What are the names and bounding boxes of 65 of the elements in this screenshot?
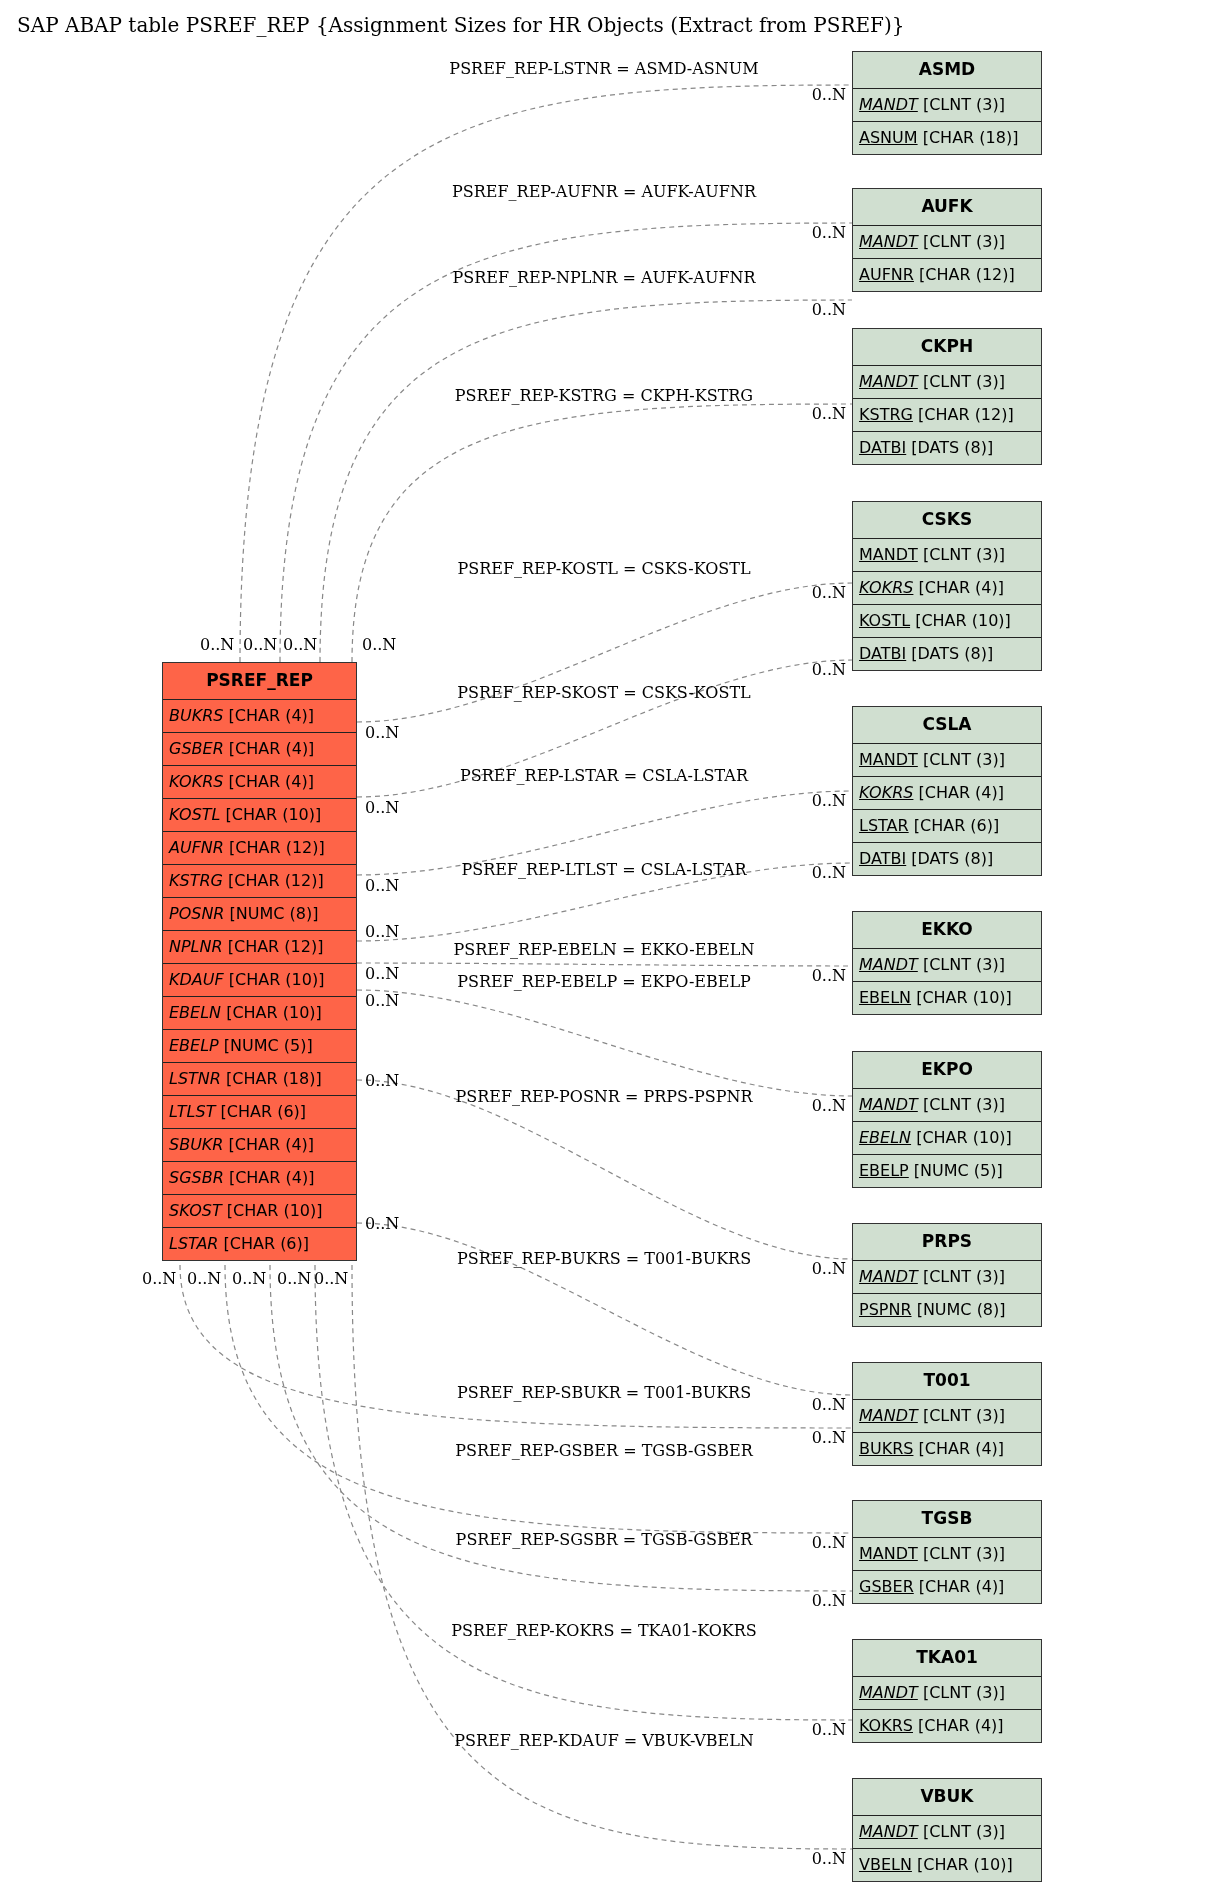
cardinality-label: 0..N <box>187 1270 222 1288</box>
relation-label: PSREF_REP-KSTRG = CKPH-KSTRG <box>454 387 754 405</box>
cardinality-label: 0..N <box>811 86 846 104</box>
relation-label: PSREF_REP-LSTNR = ASMD-ASNUM <box>449 60 759 78</box>
cardinality-label: 0..N <box>811 1721 846 1739</box>
cardinality-label: 0..N <box>365 724 400 742</box>
cardinality-label: 0..N <box>811 661 846 679</box>
cardinality-label: 0..N <box>811 1850 846 1868</box>
relation-label: PSREF_REP-EBELN = EKKO-EBELN <box>453 941 755 959</box>
table-name: CSLA <box>921 713 973 737</box>
relation-label: PSREF_REP-KOKRS = TKA01-KOKRS <box>451 1622 757 1640</box>
cardinality-label: 0..N <box>811 405 846 423</box>
table-name: ASMD <box>917 58 977 82</box>
cardinality-label: 0..N <box>243 636 278 654</box>
table-name: TGSB <box>920 1507 974 1531</box>
cardinality-label: 0..N <box>365 1215 400 1233</box>
cardinality-label: 0..N <box>811 1097 846 1115</box>
cardinality-label: 0..N <box>811 967 846 985</box>
relation-label: PSREF_REP-EBELP = EKPO-EBELP <box>457 973 751 991</box>
cardinality-label: 0..N <box>365 799 400 817</box>
cardinality-label: 0..N <box>365 1072 400 1090</box>
relation-label: PSREF_REP-POSNR = PRPS-PSPNR <box>455 1088 753 1106</box>
relation-label: PSREF_REP-SGSBR = TGSB-GSBER <box>455 1531 753 1549</box>
cardinality-label: 0..N <box>232 1270 267 1288</box>
cardinality-label: 0..N <box>362 636 397 654</box>
cardinality-label: 0..N <box>811 864 846 882</box>
cardinality-label: 0..N <box>200 636 235 654</box>
relation-label: PSREF_REP-BUKRS = T001-BUKRS <box>456 1250 752 1268</box>
relation-label: PSREF_REP-LSTAR = CSLA-LSTAR <box>460 767 748 785</box>
table-name: EKKO <box>920 918 974 942</box>
relation-label: PSREF_REP-NPLNR = AUFK-AUFNR <box>452 269 756 287</box>
table-name: CSKS <box>920 508 974 532</box>
relation-label: PSREF_REP-KOSTL = CSKS-KOSTL <box>457 560 751 578</box>
relation-label: PSREF_REP-SKOST = CSKS-KOSTL <box>457 684 751 702</box>
cardinality-label: 0..N <box>811 792 846 810</box>
table-name: T001 <box>922 1369 972 1393</box>
diagram-title: SAP ABAP table PSREF_REP {Assignment Sizes for HR Objects (Extract from PSREF)} <box>17 12 905 39</box>
cardinality-label: 0..N <box>811 1534 846 1552</box>
cardinality-label: 0..N <box>365 992 400 1010</box>
cardinality-label: 0..N <box>277 1270 312 1288</box>
cardinality-label: 0..N <box>365 923 400 941</box>
cardinality-label: 0..N <box>283 636 318 654</box>
cardinality-label: 0..N <box>811 1260 846 1278</box>
relation-label: PSREF_REP-AUFNR = AUFK-AUFNR <box>452 183 756 201</box>
cardinality-label: 0..N <box>811 1592 846 1610</box>
relation-label: PSREF_REP-KDAUF = VBUK-VBELN <box>454 1732 754 1750</box>
table-name: AUFK <box>920 195 974 219</box>
relation-label: PSREF_REP-GSBER = TGSB-GSBER <box>455 1442 753 1460</box>
cardinality-label: 0..N <box>142 1270 177 1288</box>
cardinality-label: 0..N <box>811 224 846 242</box>
cardinality-label: 0..N <box>811 584 846 602</box>
cardinality-label: 0..N <box>811 301 846 319</box>
table-name: VBUK <box>919 1785 975 1809</box>
table-name: TKA01 <box>915 1646 979 1670</box>
cardinality-label: 0..N <box>365 877 400 895</box>
relation-label: PSREF_REP-LTLST = CSLA-LSTAR <box>461 861 747 879</box>
table-name: PSREF_REP <box>205 669 314 693</box>
cardinality-label: 0..N <box>811 1429 846 1447</box>
table-name: EKPO <box>920 1058 974 1082</box>
table-name: PRPS <box>920 1230 974 1254</box>
cardinality-label: 0..N <box>365 965 400 983</box>
table-name: CKPH <box>919 335 975 359</box>
relation-label: PSREF_REP-SBUKR = T001-BUKRS <box>456 1384 752 1402</box>
cardinality-label: 0..N <box>314 1270 349 1288</box>
cardinality-label: 0..N <box>811 1396 846 1414</box>
